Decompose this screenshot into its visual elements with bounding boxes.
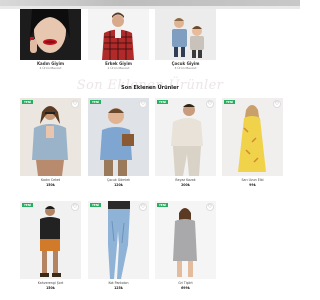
product-price: 150₺ [46,182,55,187]
product-card[interactable]: YENİ ♡ Gri Tişört 699₺ [155,201,216,290]
product-price: 150₺ [46,285,55,290]
heart-icon[interactable]: ♡ [273,100,281,108]
product-card[interactable]: YENİ ♡ Kadın Ceket 150₺ [20,98,81,187]
page: Kadın Giyim 4 Ürün Mevcut Erkek Giyim 1 … [0,0,300,300]
product-image: YENİ ♡ [155,98,216,176]
category-count: 3 Ürün Mevcut [174,66,197,70]
product-name: Kot Pantolon [108,281,129,285]
category-image-men [88,9,149,60]
heart-icon[interactable]: ♡ [206,203,214,211]
product-name: Beyaz Kazak [175,178,196,182]
category-count: 1 Ürün Mevcut [107,66,130,70]
category-card-men[interactable]: Erkek Giyim 1 Ürün Mevcut [88,9,149,73]
product-price: 125₺ [114,285,123,290]
product-image: YENİ ♡ [20,201,81,279]
category-image-kids [155,9,216,60]
heart-icon[interactable]: ♡ [71,203,79,211]
new-badge: YENİ [157,100,168,104]
product-price: 200₺ [181,182,190,187]
product-card[interactable]: YENİ ♡ Çocuk Gömlek 120₺ [88,98,149,187]
product-card[interactable]: YENİ ♡ Kahverengi Şort 150₺ [20,201,81,290]
new-badge: YENİ [157,203,168,207]
category-count: 4 Ürün Mevcut [39,66,62,70]
category-image-women [20,9,81,60]
product-image: YENİ ♡ [155,201,216,279]
product-name: Kahverengi Şort [37,281,64,285]
new-badge: YENİ [90,203,101,207]
new-badge: YENİ [22,203,33,207]
product-price: 120₺ [114,182,123,187]
product-image: YENİ ♡ [20,98,81,176]
section-heading: Son Eklenen Ürünler Son Eklenen Ürünler [0,78,300,98]
new-badge: YENİ [90,100,101,104]
category-card-kids[interactable]: Çocuk Giyim 3 Ürün Mevcut [155,9,216,73]
product-name: Kadın Ceket [40,178,61,182]
product-card[interactable]: YENİ ♡ Kot Pantolon 125₺ [88,201,149,290]
top-banner-strip [0,0,300,9]
product-image: YENİ ♡ [88,201,149,279]
heart-icon[interactable]: ♡ [206,100,214,108]
product-image: YENİ ♡ [222,98,283,176]
product-name: Sarı Uzun Elbi [241,178,264,182]
product-card[interactable]: YENİ ♡ Beyaz Kazak 200₺ [155,98,216,187]
section-title: Son Eklenen Ürünler [121,85,179,91]
product-name: Gri Tişört [178,281,193,285]
product-card[interactable]: YENİ ♡ Sarı Uzun Elbi 99₺ [222,98,283,187]
category-card-women[interactable]: Kadın Giyim 4 Ürün Mevcut [20,9,81,73]
product-price: 699₺ [181,285,190,290]
heart-icon[interactable]: ♡ [139,203,147,211]
product-name: Çocuk Gömlek [106,178,131,182]
product-price: 99₺ [249,182,256,187]
new-badge: YENİ [22,100,33,104]
heart-icon[interactable]: ♡ [71,100,79,108]
product-image: YENİ ♡ [88,98,149,176]
heart-icon[interactable]: ♡ [139,100,147,108]
new-badge: YENİ [224,100,235,104]
